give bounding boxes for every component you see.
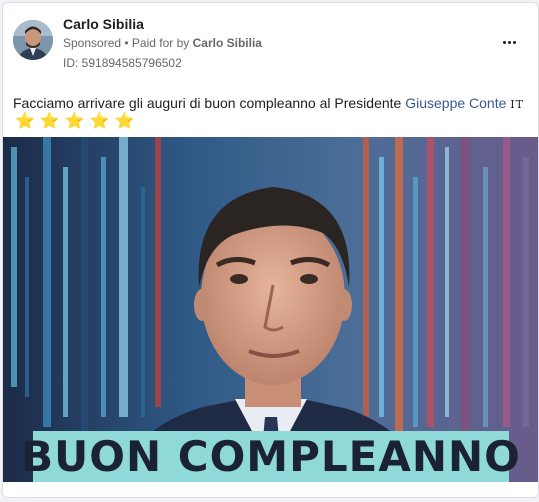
author-avatar[interactable]: [13, 20, 53, 60]
banner: BUON COMPLEANNO: [21, 431, 520, 482]
mention-link[interactable]: Giuseppe Conte: [405, 95, 506, 111]
post-message: Facciamo arrivare gli auguri di buon com…: [13, 95, 406, 111]
star-icon: ⭐: [64, 113, 85, 130]
ad-id: ID: 591894585796502: [63, 56, 182, 70]
avatar-image: [13, 20, 53, 60]
author-name[interactable]: Carlo Sibilia: [63, 16, 144, 32]
ad-post-card: Carlo Sibilia Sponsored • Paid for by Ca…: [2, 2, 539, 498]
paid-for-prefix: • Paid for by: [121, 36, 193, 50]
footer-strip: [3, 482, 538, 497]
ellipsis-icon[interactable]: [498, 31, 520, 53]
star-icon: ⭐: [114, 113, 135, 130]
post-image[interactable]: BUON COMPLEANNO: [3, 137, 538, 482]
star-icon: ⭐: [15, 113, 35, 130]
star-row: ⭐ ⭐ ⭐ ⭐ ⭐: [15, 113, 135, 131]
star-icon: ⭐: [39, 113, 60, 130]
sponsored-label: Sponsored: [63, 36, 122, 50]
flag-badge: IT: [510, 98, 524, 111]
post-header: Carlo Sibilia Sponsored • Paid for by Ca…: [3, 3, 538, 83]
sponsored-line: Sponsored • Paid for by Carlo Sibilia: [63, 36, 262, 50]
banner-text: BUON COMPLEANNO: [21, 432, 521, 481]
star-icon: ⭐: [89, 113, 110, 130]
post-text: Facciamo arrivare gli auguri di buon com…: [13, 94, 528, 114]
paid-by-link[interactable]: Carlo Sibilia: [193, 36, 262, 50]
